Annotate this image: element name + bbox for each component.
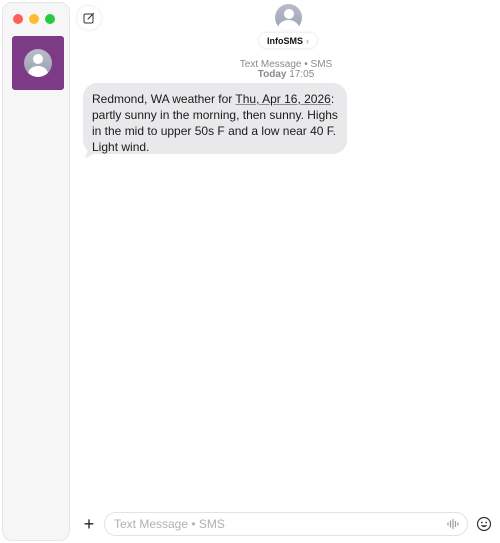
compose-icon	[83, 12, 95, 24]
incoming-message-bubble[interactable]: Redmond, WA weather for Thu, Apr 16, 202…	[83, 83, 347, 154]
zoom-window-button[interactable]	[45, 14, 55, 24]
messages-window: InfoSMS › Text Message • SMS Today 17:05…	[0, 0, 500, 543]
contact-avatar-icon	[274, 4, 302, 31]
message-input[interactable]	[104, 512, 468, 536]
window-controls	[13, 14, 55, 24]
contact-name: InfoSMS	[267, 35, 303, 46]
contact-header[interactable]: InfoSMS ›	[255, 4, 321, 48]
emoji-icon[interactable]	[476, 516, 492, 532]
person-avatar-icon	[24, 49, 52, 77]
compose-button[interactable]	[77, 6, 101, 30]
timestamp-time: 17:05	[289, 69, 315, 80]
close-window-button[interactable]	[13, 14, 23, 24]
add-attachment-button[interactable]: +	[77, 512, 101, 536]
message-text-start: Redmond, WA weather for	[92, 92, 236, 106]
timestamp-day: Today	[257, 69, 287, 80]
message-date-link[interactable]: Thu, Apr 16, 2026	[235, 92, 330, 106]
chevron-right-icon: ›	[306, 35, 309, 46]
contact-name-pill[interactable]: InfoSMS ›	[259, 33, 317, 48]
message-timestamp: Today 17:05	[200, 69, 372, 80]
minimize-window-button[interactable]	[29, 14, 39, 24]
conversation-item-infosms[interactable]	[12, 36, 64, 90]
audio-waveform-icon[interactable]	[446, 517, 460, 531]
sidebar	[2, 2, 70, 541]
